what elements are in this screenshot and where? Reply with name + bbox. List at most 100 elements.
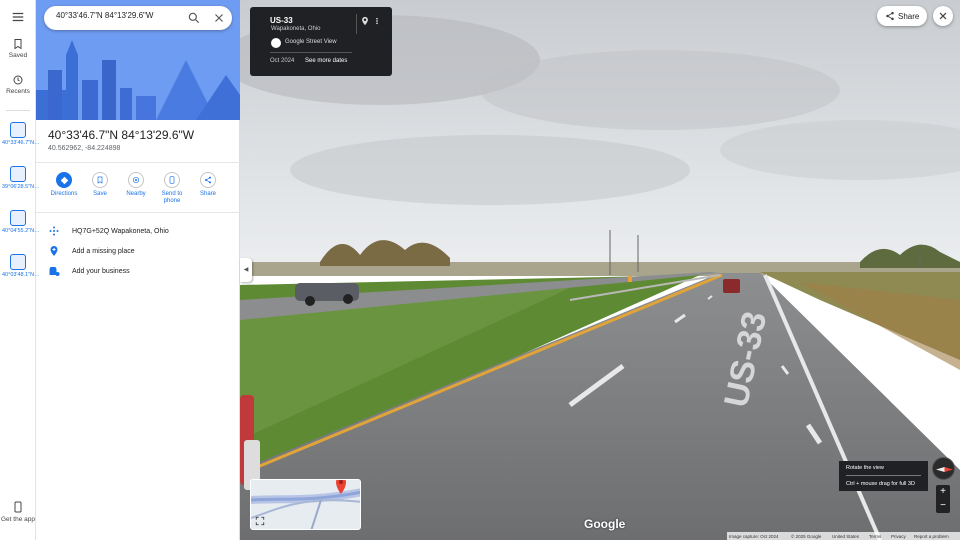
search-icon[interactable] [187,11,201,25]
street-view-image: US-33 [240,0,960,540]
maps-window: US-33 Saved Recents 40°33'46.7"N… 39°06'… [0,0,960,540]
share-button[interactable]: Share [877,6,927,26]
country-link[interactable]: United States [832,534,859,539]
place-title: 40°33'46.7"N 84°13'29.6"W [48,128,195,142]
divider [36,212,240,213]
recent-item[interactable]: 40°03'48.1"N… [2,254,40,279]
recent-item-label: 40°04'55.2"N… [2,228,40,234]
send-to-phone-button[interactable]: Send to phone [154,172,190,205]
action-bar: Directions Save Nearby Send to phone Sha… [44,172,234,212]
card-divider [270,52,352,53]
street-view-source: Google Street View [285,39,337,45]
business-icon [49,267,60,276]
street-view-info-card: US-33 Wapakoneta, Ohio Google Street Vie… [250,7,392,76]
left-rail: Saved Recents 40°33'46.7"N… 39°06'28.5"N… [0,0,40,540]
zoom-in-button[interactable]: + [936,485,950,499]
phone-icon [14,501,22,513]
share-icon [886,11,894,21]
recent-item[interactable]: 40°04'55.2"N… [2,210,40,235]
share-label: Share [199,191,216,197]
add-missing-place-label: Add a missing place [72,248,135,255]
report-problem-link[interactable]: Report a problem [914,534,949,539]
more-options-icon[interactable] [373,15,381,27]
directions-button[interactable]: Directions [46,172,82,198]
tooltip-divider [846,475,921,476]
mini-map[interactable] [250,479,361,530]
menu-button[interactable] [0,10,36,26]
nearby-button[interactable]: Nearby [118,172,154,198]
place-panel: 40°33'46.7"N 84°13'29.6"W 40.562962, -84… [36,0,240,540]
clear-search-icon[interactable] [212,11,226,25]
send-to-phone-label: Send to phone [161,191,183,204]
zoom-out-button[interactable]: − [936,499,950,513]
saved-button[interactable]: Saved [0,38,36,59]
save-label: Save [93,191,107,197]
history-icon [13,75,23,85]
recent-item-label: 40°33'46.7"N… [2,140,40,146]
recent-thumbnail [10,166,26,182]
expand-map-icon[interactable] [255,516,265,526]
zoom-controls: + − [936,485,950,513]
location-name: Wapakoneta, Ohio [271,26,321,32]
add-place-icon [50,246,58,256]
place-coordinates: 40.562962, -84.224898 [48,145,121,152]
search-input[interactable] [56,11,184,20]
rail-divider [6,110,30,111]
add-business-label: Add your business [72,268,130,275]
street-view-logo-icon [271,38,281,48]
bookmark-icon [14,39,22,50]
recent-item[interactable]: 40°33'46.7"N… [2,122,40,147]
privacy-link[interactable]: Privacy [891,534,906,539]
send-to-phone-icon [169,176,175,184]
map-footer: Image capture: Oct 2024 © 2025 Google Un… [727,532,960,540]
nearby-icon [133,177,139,183]
share-place-button[interactable]: Share [190,172,226,198]
recent-item[interactable]: 39°06'28.5"N… [2,166,40,191]
recent-thumbnail [10,122,26,138]
get-app-label: Get the app [1,516,35,523]
close-street-view-button[interactable] [933,6,953,26]
recent-item-label: 40°03'48.1"N… [2,272,40,278]
bookmark-icon [97,176,103,184]
car-ahead [723,279,740,293]
share-icon [205,176,211,184]
capture-date: Oct 2024 [270,58,295,64]
recent-thumbnail [10,254,26,270]
mini-map-image [251,480,360,529]
menu-icon [12,12,24,22]
search-box[interactable] [44,6,232,30]
terms-link[interactable]: Terms [869,534,881,539]
tooltip-hint: Ctrl + mouse drag for full 3D [846,481,915,487]
copyright-text: © 2025 Google [791,534,822,539]
location-pin-icon[interactable] [360,15,370,27]
chevron-left-icon: ◀ [243,267,249,273]
recent-thumbnail [10,210,26,226]
rotate-view-tooltip: Rotate the view Ctrl + mouse drag for fu… [839,461,928,491]
image-capture-text: Image capture: Oct 2024 [729,534,779,539]
tooltip-title: Rotate the view [846,465,884,471]
nearby-label: Nearby [126,191,146,197]
road-name: US-33 [270,16,293,25]
collapse-panel-button[interactable]: ◀ [240,258,252,282]
recent-item-label: 39°06'28.5"N… [2,184,40,190]
share-button-label: Share [898,12,920,21]
directions-label: Directions [50,191,78,197]
google-logo: Google [584,517,626,531]
recents-button[interactable]: Recents [0,74,36,95]
directions-icon [60,176,68,184]
add-missing-place-row[interactable]: Add a missing place [48,245,234,259]
compass-button[interactable] [932,457,955,480]
saved-label: Saved [8,52,28,59]
get-app-button[interactable]: Get the app [0,500,36,523]
save-button[interactable]: Save [82,172,118,198]
street-view-panorama[interactable]: US-33 [240,0,960,540]
see-more-dates-link[interactable]: See more dates [305,58,347,64]
add-business-row[interactable]: Add your business [48,265,234,279]
plus-code-icon [49,226,59,236]
plus-code-label: HQ7G+52Q Wapakoneta, Ohio [72,228,169,235]
recents-label: Recents [6,88,30,95]
divider [36,162,240,163]
plus-code-row[interactable]: HQ7G+52Q Wapakoneta, Ohio [48,225,234,239]
card-separator [356,14,357,34]
close-icon [939,12,947,20]
